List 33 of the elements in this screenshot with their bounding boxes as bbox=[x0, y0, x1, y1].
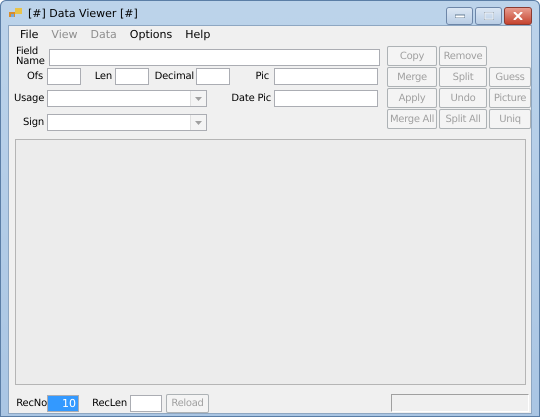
decimal-label: Decimal bbox=[154, 71, 194, 82]
menu-item[interactable]: Help bbox=[179, 28, 218, 40]
date-pic-label: Date Pic bbox=[230, 93, 271, 104]
dropdown-arrow-icon bbox=[195, 96, 202, 100]
ofs-input[interactable] bbox=[47, 68, 81, 85]
maximize-icon bbox=[484, 12, 494, 20]
usage-dropdown[interactable] bbox=[47, 90, 207, 107]
ofs-label: Ofs bbox=[26, 71, 43, 82]
field-name-input[interactable] bbox=[49, 48, 380, 66]
dropdown-arrow-icon bbox=[195, 120, 202, 124]
close-button[interactable] bbox=[504, 7, 532, 25]
reclen-input[interactable] bbox=[130, 394, 162, 412]
len-label: Len bbox=[94, 71, 112, 82]
minimize-button[interactable] bbox=[446, 7, 473, 25]
field-name-label: Field Name bbox=[15, 47, 46, 67]
minimize-icon bbox=[454, 14, 464, 18]
reclen-label: RecLen bbox=[91, 398, 127, 408]
pic-label: Pic bbox=[254, 71, 269, 82]
maximize-button[interactable] bbox=[475, 7, 502, 25]
len-input[interactable] bbox=[115, 68, 149, 85]
date-pic-input[interactable] bbox=[274, 90, 378, 107]
menu-item[interactable]: File bbox=[14, 28, 46, 40]
pic-input[interactable] bbox=[274, 68, 378, 85]
menu-item[interactable]: Options bbox=[124, 28, 180, 40]
decimal-input[interactable] bbox=[196, 68, 230, 85]
recno-input[interactable]: 10 bbox=[47, 394, 79, 412]
recno-label: RecNo bbox=[15, 398, 47, 408]
sign-label: Sign bbox=[22, 117, 44, 128]
close-icon bbox=[513, 12, 523, 20]
app-icon bbox=[9, 7, 23, 19]
sign-dropdown[interactable] bbox=[47, 114, 207, 131]
window-title: [#] Data Viewer [#] bbox=[28, 6, 138, 20]
usage-label: Usage bbox=[14, 93, 44, 104]
